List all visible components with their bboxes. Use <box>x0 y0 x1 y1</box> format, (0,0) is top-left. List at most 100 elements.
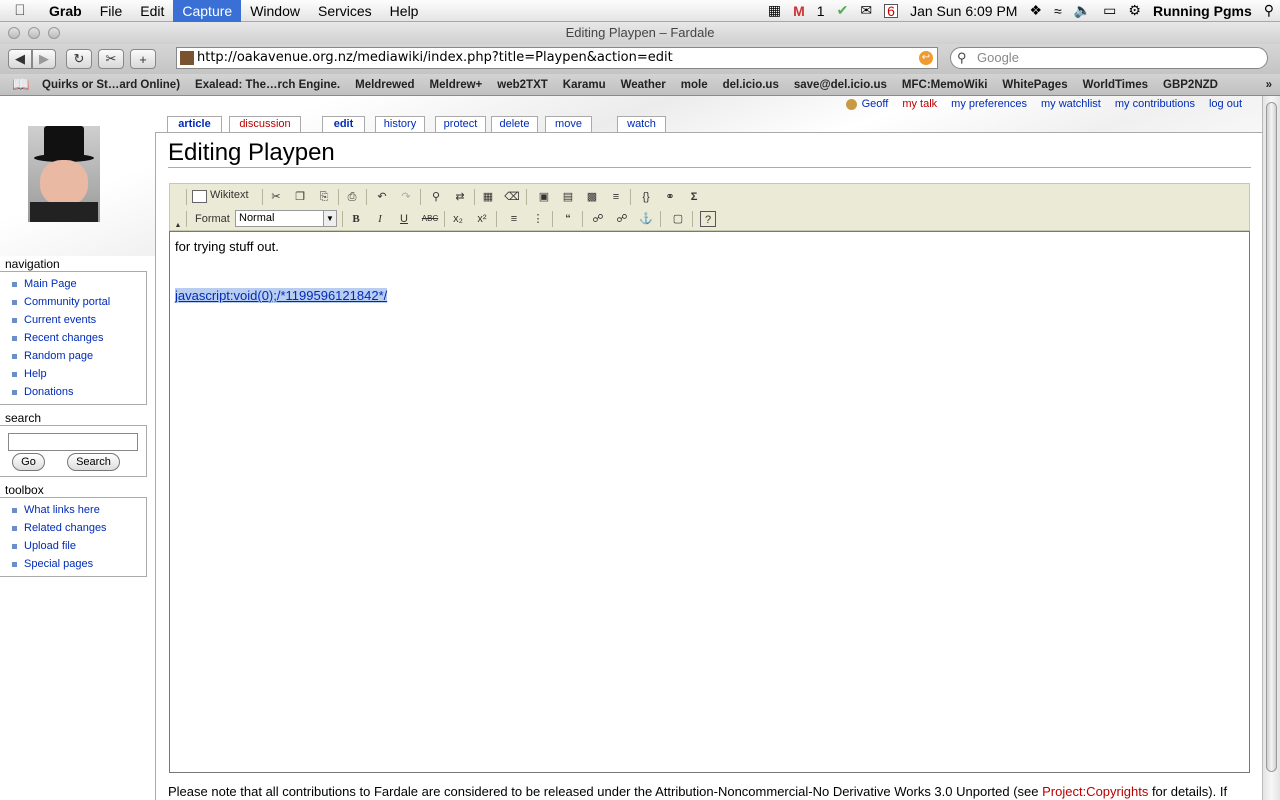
cut-icon[interactable]: ✂ <box>268 189 284 205</box>
menu-file[interactable]: File <box>91 0 132 22</box>
tab-edit[interactable]: edit <box>322 116 365 132</box>
go-button[interactable]: Go <box>12 453 45 471</box>
keyboard-icon[interactable]: ▦ <box>768 2 781 19</box>
bookmark-item[interactable]: Meldrew+ <box>430 79 483 91</box>
bookmark-item[interactable]: GBP2NZD <box>1163 79 1218 91</box>
volume-icon[interactable]: 🔈 <box>1074 2 1091 19</box>
underline-icon[interactable]: U <box>396 211 412 227</box>
remove-format-icon[interactable]: ⌫ <box>504 189 520 205</box>
format-select[interactable]: Normal ▼ <box>235 210 337 227</box>
nav-community-portal[interactable]: Community portal <box>10 293 146 311</box>
menu-window[interactable]: Window <box>241 0 309 22</box>
replace-icon[interactable]: ⇄ <box>452 189 468 205</box>
wikitext-button[interactable]: Wikitext <box>192 189 249 203</box>
tab-protect[interactable]: protect <box>435 116 486 132</box>
redo-icon[interactable]: ↷ <box>398 189 414 205</box>
bookmark-item[interactable]: Weather <box>621 79 666 91</box>
zoom-window-button[interactable] <box>48 27 60 39</box>
italic-icon[interactable]: I <box>372 211 388 227</box>
apple-icon[interactable]:  <box>0 2 40 19</box>
show-blocks-icon[interactable]: ▢ <box>670 211 686 227</box>
bookmarks-book-icon[interactable]: 📖 <box>0 76 42 93</box>
minimize-window-button[interactable] <box>28 27 40 39</box>
bookmark-item[interactable]: web2TXT <box>497 79 547 91</box>
bookmark-item[interactable]: MFC:MemoWiki <box>902 79 988 91</box>
signature-icon[interactable]: ⚭ <box>662 189 678 205</box>
menu-edit[interactable]: Edit <box>131 0 173 22</box>
bold-icon[interactable]: B <box>348 211 364 227</box>
toolbox-what-links-here[interactable]: What links here <box>10 501 146 519</box>
numbered-list-icon[interactable]: ≡ <box>506 211 522 227</box>
tab-article[interactable]: article <box>167 116 222 132</box>
script-icon[interactable]: ❖ <box>1029 2 1042 19</box>
scrollbar-thumb[interactable] <box>1266 102 1277 772</box>
user-page-link[interactable]: Geoff <box>845 98 888 110</box>
menu-capture[interactable]: Capture <box>173 0 242 22</box>
running-pgms[interactable]: Running Pgms <box>1153 3 1252 19</box>
calendar-icon[interactable]: 6 <box>884 3 899 18</box>
snapback-icon[interactable]: ✂ <box>98 49 124 69</box>
spotlight-icon[interactable]: ⚲ <box>1264 2 1274 19</box>
unlink-icon[interactable]: ☍ <box>614 211 630 227</box>
tab-move[interactable]: move <box>545 116 592 132</box>
anchor-icon[interactable]: ⚓ <box>638 211 654 227</box>
toolbox-upload-file[interactable]: Upload file <box>10 537 146 555</box>
mail-icon[interactable]: ✉ <box>860 2 872 19</box>
site-logo[interactable] <box>28 126 100 222</box>
nav-current-events[interactable]: Current events <box>10 311 146 329</box>
editor-content[interactable]: for trying stuff out. javascript:void(0)… <box>169 231 1250 773</box>
print-icon[interactable]: ⎙ <box>344 189 360 205</box>
find-icon[interactable]: ⚲ <box>428 189 444 205</box>
menu-app-name[interactable]: Grab <box>40 0 91 22</box>
bookmark-item[interactable]: WorldTimes <box>1083 79 1148 91</box>
nav-recent-changes[interactable]: Recent changes <box>10 329 146 347</box>
growl-icon[interactable]: ✔ <box>837 2 849 19</box>
my-watchlist-link[interactable]: my watchlist <box>1041 98 1101 110</box>
image-icon[interactable]: ▩ <box>584 189 600 205</box>
nav-random-page[interactable]: Random page <box>10 347 146 365</box>
toolbox-special-pages[interactable]: Special pages <box>10 555 146 573</box>
bookmark-item[interactable]: Karamu <box>563 79 606 91</box>
wifi-icon[interactable]: ≈ <box>1054 3 1062 19</box>
battery-icon[interactable]: ▭ <box>1103 2 1116 19</box>
bulleted-list-icon[interactable]: ⋮ <box>530 211 546 227</box>
bookmark-item[interactable]: Quirks or St…ard Online) <box>42 79 180 91</box>
tab-delete[interactable]: delete <box>491 116 538 132</box>
wiki-search-input[interactable] <box>8 433 138 451</box>
nav-help[interactable]: Help <box>10 365 146 383</box>
snapback-orange-icon[interactable]: ↩ <box>919 51 933 65</box>
close-window-button[interactable] <box>8 27 20 39</box>
back-button[interactable]: ◀ <box>8 49 32 69</box>
add-bookmark-button[interactable]: + <box>130 49 156 69</box>
formula-icon[interactable]: Σ <box>686 189 702 205</box>
tab-history[interactable]: history <box>375 116 425 132</box>
search-button[interactable]: Search <box>67 453 120 471</box>
nav-main-page[interactable]: Main Page <box>10 275 146 293</box>
bookmark-item[interactable]: Meldrewed <box>355 79 414 91</box>
forward-button[interactable]: ▶ <box>32 49 56 69</box>
page-scrollbar[interactable] <box>1262 96 1280 800</box>
my-preferences-link[interactable]: my preferences <box>951 98 1027 110</box>
toolbox-related-changes[interactable]: Related changes <box>10 519 146 537</box>
bookmark-item[interactable]: del.icio.us <box>723 79 779 91</box>
bookmark-item[interactable]: mole <box>681 79 708 91</box>
bookmarks-more-button[interactable]: » <box>1266 79 1272 91</box>
copy-icon[interactable]: ❐ <box>292 189 308 205</box>
select-all-icon[interactable]: ▦ <box>480 189 496 205</box>
link-icon[interactable]: ☍ <box>590 211 606 227</box>
blockquote-icon[interactable]: “ <box>560 211 576 227</box>
nav-donations[interactable]: Donations <box>10 383 146 401</box>
superscript-icon[interactable]: x² <box>474 211 490 227</box>
editor-selected-link[interactable]: javascript:void(0);/*1199596121842*/ <box>175 288 388 303</box>
google-search-field[interactable]: ⚲ Google <box>950 47 1268 69</box>
tab-watch[interactable]: watch <box>617 116 666 132</box>
flash-icon[interactable]: ▣ <box>536 189 552 205</box>
my-contributions-link[interactable]: my contributions <box>1115 98 1195 110</box>
bookmark-item[interactable]: WhitePages <box>1002 79 1067 91</box>
address-bar[interactable]: http://oakavenue.org.nz/mediawiki/index.… <box>176 47 938 69</box>
gmail-icon[interactable]: M <box>793 3 805 19</box>
menu-help[interactable]: Help <box>381 0 428 22</box>
clock[interactable]: Jan Sun 6:09 PM <box>910 3 1017 19</box>
template-icon[interactable]: {} <box>638 189 654 205</box>
strikethrough-icon[interactable]: ABC <box>420 211 440 227</box>
